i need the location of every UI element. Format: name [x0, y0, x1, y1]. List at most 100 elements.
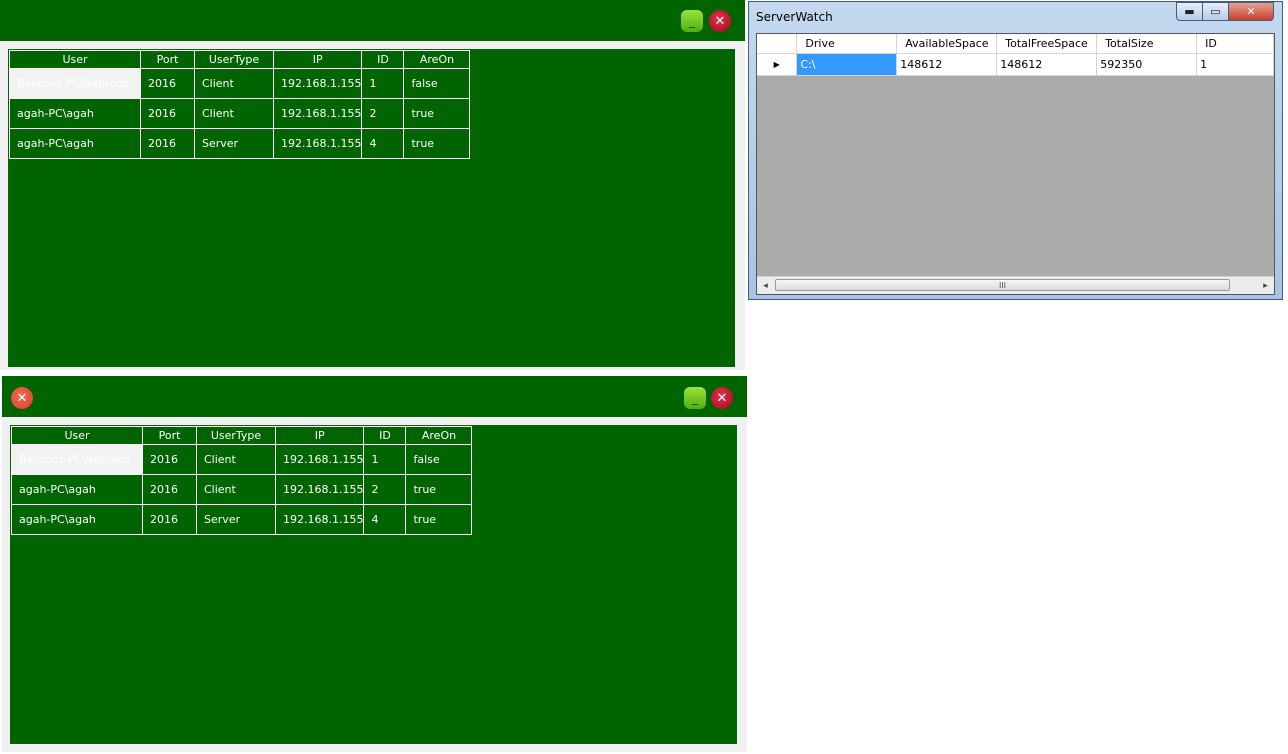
cell-usertype[interactable]: Client [194, 68, 274, 99]
cell-areon[interactable]: true [405, 474, 473, 505]
cell-totalsize[interactable]: 592350 [1096, 53, 1198, 76]
cell-user[interactable]: agah-PC\agah [9, 98, 141, 129]
cell-id[interactable]: 4 [361, 128, 405, 159]
close-icon: ✕ [716, 390, 728, 406]
column-header-id[interactable]: ID [1196, 34, 1274, 54]
table-row[interactable]: agah-PC\agah 2016 Server 192.168.1.155 4… [11, 504, 473, 535]
close-button[interactable]: ✕ [711, 387, 733, 409]
grid-panel: User Port UserType IP ID AreOn Behrooz-P… [8, 49, 735, 367]
cell-ip[interactable]: 192.168.1.155 [272, 128, 363, 159]
table-row[interactable]: agah-PC\agah 2016 Client 192.168.1.155 2… [11, 474, 473, 505]
client-window-top: _ ✕ User Port UserType IP ID AreOn Behro… [0, 0, 745, 370]
cell-ip[interactable]: 192.168.1.155 [272, 98, 363, 129]
cell-usertype[interactable]: Server [196, 504, 276, 535]
title-bar [0, 0, 745, 41]
minimize-icon: ▬ [1184, 5, 1195, 18]
column-header-id[interactable]: ID [361, 50, 405, 69]
minimize-icon: _ [689, 14, 695, 28]
cell-id[interactable]: 1 [361, 68, 405, 99]
column-header-areon[interactable]: AreOn [403, 50, 471, 69]
cell-port[interactable]: 2016 [140, 68, 195, 99]
cell-areon[interactable]: false [403, 68, 471, 99]
cell-user[interactable]: agah-PC\agah [11, 474, 143, 505]
client-window-bottom: ✕ _ ✕ User Port UserType IP ID AreOn Beh… [2, 376, 747, 752]
scrollbar-thumb[interactable]: III [775, 279, 1230, 291]
cell-usertype[interactable]: Server [194, 128, 274, 159]
cell-ip[interactable]: 192.168.1.155 [274, 444, 365, 475]
cell-port[interactable]: 2016 [142, 504, 197, 535]
close-button[interactable]: ✕ [709, 10, 731, 32]
left-close-button[interactable]: ✕ [11, 387, 33, 409]
cell-port[interactable]: 2016 [140, 128, 195, 159]
column-header-port[interactable]: Port [140, 50, 195, 69]
column-header-totalfreespace[interactable]: TotalFreeSpace [996, 34, 1098, 54]
title-bar [2, 376, 747, 417]
cell-totalfreespace[interactable]: 148612 [996, 53, 1098, 76]
column-header-areon[interactable]: AreOn [405, 426, 473, 445]
minimize-button[interactable]: _ [681, 10, 703, 32]
cell-port[interactable]: 2016 [142, 474, 197, 505]
cell-areon[interactable]: true [403, 128, 471, 159]
cell-id[interactable]: 2 [363, 474, 407, 505]
column-header-drive[interactable]: Drive [796, 34, 898, 54]
cell-user[interactable]: agah-PC\agah [9, 128, 141, 159]
cell-areon[interactable]: true [403, 98, 471, 129]
close-icon: ✕ [714, 13, 726, 29]
column-header-usertype[interactable]: UserType [196, 426, 276, 445]
cell-id[interactable]: 1 [1196, 53, 1274, 76]
cell-ip[interactable]: 192.168.1.155 [274, 504, 365, 535]
column-header-totalsize[interactable]: TotalSize [1096, 34, 1198, 54]
table-row[interactable]: ▶ C:\ 148612 148612 592350 1 [757, 53, 1274, 76]
cell-areon[interactable]: false [405, 444, 473, 475]
scroll-left-icon[interactable]: ◂ [757, 277, 774, 294]
column-header-user[interactable]: User [11, 426, 143, 445]
cell-availablespace[interactable]: 148612 [896, 53, 998, 76]
cell-port[interactable]: 2016 [140, 98, 195, 129]
horizontal-scrollbar[interactable]: ◂ III ▸ [757, 276, 1274, 294]
window-title: ServerWatch [756, 10, 833, 24]
cell-usertype[interactable]: Client [196, 474, 276, 505]
column-header-ip[interactable]: IP [274, 426, 365, 445]
column-header-availablespace[interactable]: AvailableSpace [896, 34, 998, 54]
minimize-icon: _ [692, 391, 698, 405]
grip-icon: III [998, 280, 1007, 290]
cell-ip[interactable]: 192.168.1.155 [272, 68, 363, 99]
maximize-icon: ▭ [1210, 5, 1221, 18]
table-row[interactable]: agah-PC\agah 2016 Server 192.168.1.155 4… [9, 128, 471, 159]
cell-port[interactable]: 2016 [142, 444, 197, 475]
cell-usertype[interactable]: Client [196, 444, 276, 475]
table-row[interactable]: agah-PC\agah 2016 Client 192.168.1.155 2… [9, 98, 471, 129]
cell-drive[interactable]: C:\ [796, 53, 898, 76]
current-row-indicator-icon[interactable]: ▶ [757, 53, 798, 76]
table-row[interactable]: Behrooz-PC\Behrooz 2016 Client 192.168.1… [9, 68, 471, 99]
users-table[interactable]: User Port UserType IP ID AreOn Behrooz-P… [9, 50, 471, 159]
cell-ip[interactable]: 192.168.1.155 [274, 474, 365, 505]
drives-grid[interactable]: Drive AvailableSpace TotalFreeSpace Tota… [756, 33, 1275, 295]
column-header-usertype[interactable]: UserType [194, 50, 274, 69]
row-header-corner [757, 34, 798, 54]
close-icon: ✕ [1246, 5, 1256, 18]
cell-user[interactable]: Behrooz-PC\Behrooz [9, 68, 141, 99]
users-table[interactable]: User Port UserType IP ID AreOn Behrooz-P… [11, 426, 473, 535]
cell-usertype[interactable]: Client [194, 98, 274, 129]
cell-id[interactable]: 4 [363, 504, 407, 535]
column-header-port[interactable]: Port [142, 426, 197, 445]
grid-panel: User Port UserType IP ID AreOn Behrooz-P… [10, 425, 737, 744]
scroll-right-icon[interactable]: ▸ [1257, 277, 1274, 294]
cell-user[interactable]: Behrooz-PC\Behrooz [11, 444, 143, 475]
minimize-button[interactable]: _ [684, 387, 706, 409]
cell-user[interactable]: agah-PC\agah [11, 504, 143, 535]
cell-id[interactable]: 1 [363, 444, 407, 475]
minimize-button[interactable]: ▬ [1176, 2, 1203, 21]
cell-areon[interactable]: true [405, 504, 473, 535]
table-row[interactable]: Behrooz-PC\Behrooz 2016 Client 192.168.1… [11, 444, 473, 475]
column-header-id[interactable]: ID [363, 426, 407, 445]
close-icon: ✕ [16, 390, 28, 406]
column-header-ip[interactable]: IP [272, 50, 363, 69]
maximize-button[interactable]: ▭ [1202, 2, 1229, 21]
serverwatch-window: ServerWatch ▬ ▭ ✕ Drive AvailableSpace T… [748, 1, 1283, 300]
close-button[interactable]: ✕ [1228, 2, 1274, 21]
column-header-user[interactable]: User [9, 50, 141, 69]
drives-table[interactable]: Drive AvailableSpace TotalFreeSpace Tota… [757, 34, 1274, 76]
cell-id[interactable]: 2 [361, 98, 405, 129]
